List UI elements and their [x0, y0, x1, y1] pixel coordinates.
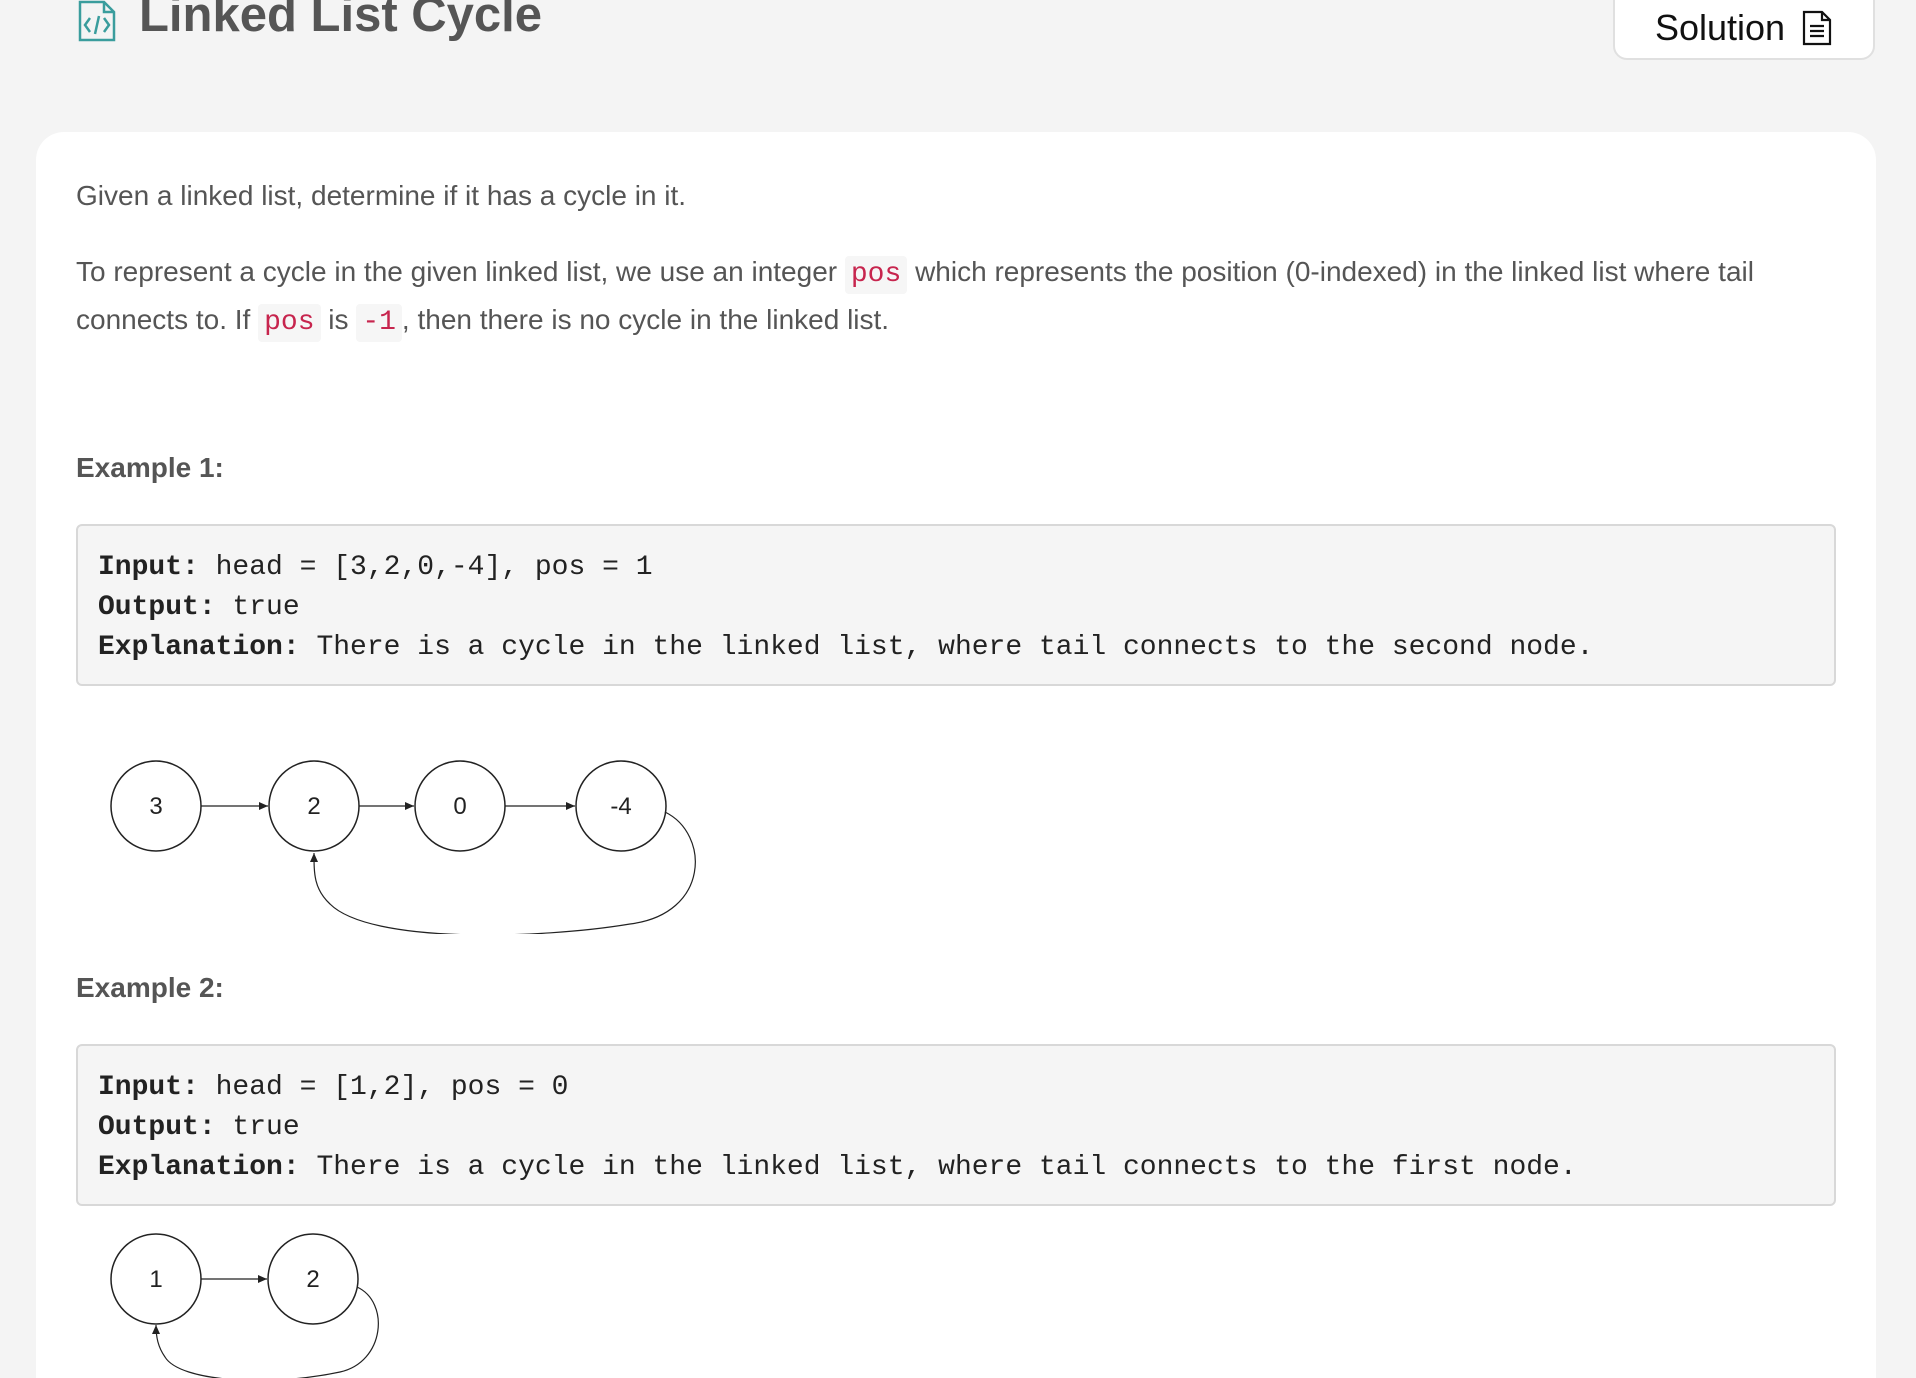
input-value: head = [3,2,0,-4], pos = 1 — [198, 552, 653, 583]
node-value: -4 — [610, 793, 631, 820]
example-1-output-line: Output: true — [98, 588, 1814, 628]
inline-code-pos: pos — [258, 304, 321, 342]
input-value: head = [1,2], pos = 0 — [198, 1072, 569, 1103]
page-title: Linked List Cycle — [139, 0, 543, 42]
explanation-value: There is a cycle in the linked list, whe… — [299, 632, 1594, 663]
output-value: true — [215, 592, 300, 623]
description-text: To represent a cycle in the given linked… — [76, 256, 845, 287]
problem-card: Given a linked list, determine if it has… — [36, 132, 1876, 1378]
explanation-label: Explanation: — [98, 1152, 300, 1183]
example-2-input-line: Input: head = [1,2], pos = 0 — [98, 1068, 1814, 1108]
code-file-icon — [78, 0, 116, 42]
solution-button-label: Solution — [1654, 7, 1786, 48]
example-1-explanation-line: Explanation: There is a cycle in the lin… — [98, 628, 1814, 668]
description-paragraph-1: Given a linked list, determine if it has… — [76, 180, 687, 211]
description-text: which represents the position (0-indexed… — [907, 256, 1754, 287]
example-1-diagram: 3 2 0 -4 — [110, 760, 696, 934]
example-2-title: Example 2: — [76, 972, 224, 1003]
example-1-title: Example 1: — [76, 452, 224, 483]
explanation-value: There is a cycle in the linked list, whe… — [299, 1152, 1577, 1183]
description-paragraph-2: To represent a cycle in the given linked… — [76, 248, 1754, 344]
inline-code-minus-one: -1 — [356, 304, 402, 342]
node-value: 1 — [149, 1266, 162, 1293]
solution-button[interactable]: Solution — [1613, 0, 1875, 60]
explanation-label: Explanation: — [98, 632, 300, 663]
problem-page: Linked List Cycle Solution Given a linke… — [0, 0, 1916, 1378]
node-value: 2 — [306, 1266, 319, 1293]
input-label: Input: — [98, 1072, 199, 1103]
output-label: Output: — [98, 592, 216, 623]
example-1-input-line: Input: head = [3,2,0,-4], pos = 1 — [98, 548, 1814, 588]
example-2-code-block: Input: head = [1,2], pos = 0 Output: true… — [76, 1044, 1836, 1206]
description-text: connects to. If — [76, 304, 259, 335]
example-1-code-block: Input: head = [3,2,0,-4], pos = 1 Output:… — [76, 524, 1836, 686]
output-value: true — [215, 1112, 300, 1143]
node-value: 0 — [453, 793, 466, 820]
input-label: Input: — [98, 552, 199, 583]
output-label: Output: — [98, 1112, 216, 1143]
inline-code-pos: pos — [844, 256, 908, 294]
example-2-explanation-line: Explanation: There is a cycle in the lin… — [98, 1148, 1814, 1188]
description-text: is — [320, 304, 357, 335]
description-text: , then there is no cycle in the linked l… — [401, 304, 890, 335]
node-value: 3 — [149, 793, 162, 820]
example-2-diagram: 1 2 — [110, 1233, 379, 1378]
example-2-output-line: Output: true — [98, 1108, 1814, 1148]
document-icon — [1802, 10, 1832, 46]
node-value: 2 — [307, 793, 320, 820]
